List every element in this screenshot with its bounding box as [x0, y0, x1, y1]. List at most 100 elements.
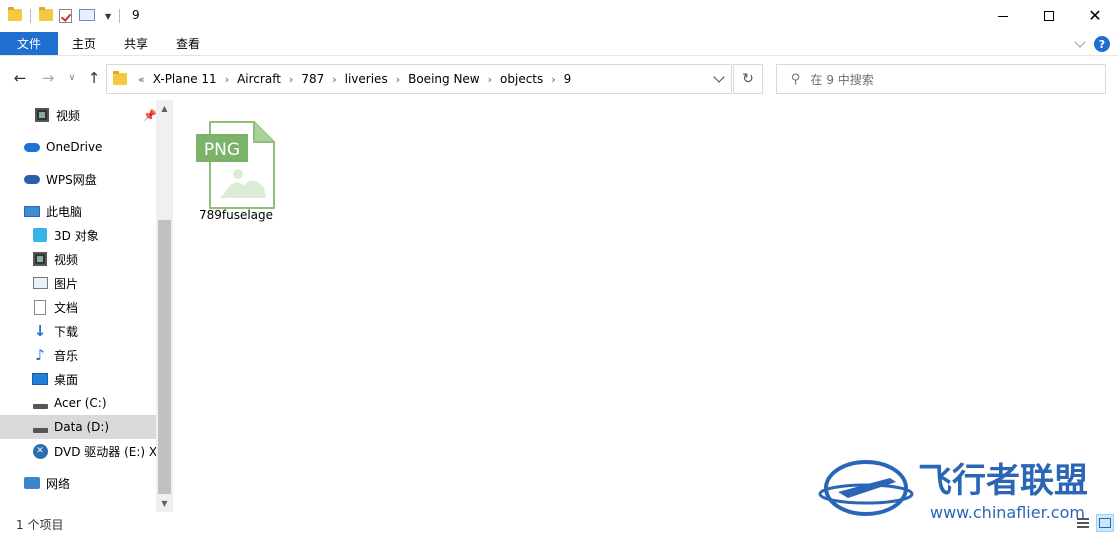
breadcrumb: « X-Plane 11 › Aircraft › 787 › liveries…	[135, 72, 576, 86]
video-icon	[34, 107, 50, 123]
properties-check-icon[interactable]	[59, 9, 73, 23]
dvd-icon: ✕	[32, 443, 48, 459]
quick-access-toolbar: ▼	[8, 6, 128, 26]
search-icon: ⚲	[791, 71, 801, 87]
close-button[interactable]: ✕	[1072, 0, 1118, 32]
folder-icon	[113, 71, 127, 85]
tab-file[interactable]: 文件	[0, 32, 58, 55]
breadcrumb-item[interactable]: Boeing New	[403, 72, 485, 86]
status-item-count: 1 个项目	[16, 518, 64, 532]
new-folder-icon[interactable]	[39, 7, 53, 23]
file-item[interactable]: PNG 789fuselage	[188, 108, 284, 230]
sidebar-item-this-pc[interactable]: 此电脑	[0, 199, 156, 223]
navigation-bar: ← → ∨ ↑ « X-Plane 11 › Aircraft › 787 › …	[0, 56, 1118, 100]
png-file-icon: PNG	[196, 121, 275, 209]
search-input[interactable]: ⚲ 在 9 中搜索	[776, 64, 1106, 94]
sidebar-item-label: 此电脑	[46, 204, 83, 219]
chevron-right-icon[interactable]: ›	[286, 73, 296, 86]
back-button[interactable]: ←	[10, 68, 30, 88]
toolbar-separator	[30, 9, 31, 23]
breadcrumb-item[interactable]: 787	[296, 72, 329, 86]
sidebar-item-3d-objects[interactable]: 3D 对象	[0, 223, 156, 247]
sidebar-item-onedrive[interactable]: OneDrive	[0, 135, 156, 159]
scrollbar-thumb[interactable]	[158, 220, 171, 494]
sidebar-item-videos[interactable]: 视频	[0, 247, 156, 271]
tab-home[interactable]: 主页	[62, 32, 106, 55]
file-type-badge: PNG	[204, 140, 240, 160]
chinaflier-watermark-logo: 飞行者联盟 www.chinaflier.com	[818, 460, 1088, 522]
this-pc-icon	[24, 203, 40, 219]
music-icon: ♪	[35, 346, 45, 364]
sidebar-item-label: 视频	[56, 108, 81, 123]
file-name: 789fuselage	[198, 208, 274, 222]
chevron-right-icon[interactable]: ›	[329, 73, 339, 86]
drive-icon	[32, 419, 48, 435]
tab-view[interactable]: 查看	[166, 32, 210, 55]
sidebar-item-desktop[interactable]: 桌面	[0, 367, 156, 391]
wps-cloud-icon	[24, 171, 40, 187]
chevron-right-icon[interactable]: ›	[393, 73, 403, 86]
chevron-right-icon[interactable]: ›	[222, 73, 232, 86]
sidebar-item-label: DVD 驱动器 (E:) XI	[54, 444, 156, 459]
search-placeholder: 在 9 中搜索	[810, 72, 874, 87]
breadcrumb-item[interactable]: liveries	[340, 72, 393, 86]
title-bar: ▼ 9 ✕	[0, 0, 1118, 32]
sidebar-item-label: 图片	[54, 276, 79, 291]
sidebar-item-label: 3D 对象	[54, 228, 99, 243]
sidebar-item-videos-pinned[interactable]: 视频 📌	[0, 103, 156, 127]
sidebar-item-downloads[interactable]: ↓ 下载	[0, 319, 156, 343]
tab-share[interactable]: 共享	[114, 32, 158, 55]
navigation-pane: 视频 📌 OneDrive WPS网盘 此电脑 3D 对象 视频 图片 文档 ↓…	[0, 100, 173, 512]
watermark-url: www.chinaflier.com	[930, 503, 1085, 522]
drive-icon	[32, 395, 48, 411]
sidebar-item-label: Acer (C:)	[54, 396, 107, 410]
desktop-icon	[32, 371, 48, 387]
rename-icon[interactable]	[79, 9, 97, 23]
sidebar-item-label: 音乐	[54, 348, 79, 363]
sidebar-item-label: OneDrive	[46, 140, 103, 154]
pin-icon: 📌	[143, 108, 156, 122]
expand-ribbon-icon[interactable]	[1074, 36, 1086, 48]
chevron-right-icon[interactable]: ›	[548, 73, 558, 86]
sidebar-item-music[interactable]: ♪ 音乐	[0, 343, 156, 367]
breadcrumb-item[interactable]: Aircraft	[232, 72, 286, 86]
sidebar-item-label: 下载	[54, 324, 79, 339]
breadcrumb-overflow[interactable]: «	[135, 73, 148, 86]
network-icon	[24, 475, 40, 491]
folder-icon	[8, 7, 22, 23]
sidebar-item-pictures[interactable]: 图片	[0, 271, 156, 295]
forward-button[interactable]: →	[38, 68, 58, 88]
sidebar-item-drive-d[interactable]: Data (D:)	[0, 415, 156, 439]
scroll-up-arrow-icon[interactable]: ▲	[156, 100, 173, 117]
breadcrumb-item[interactable]: objects	[495, 72, 548, 86]
sidebar-item-label: WPS网盘	[46, 172, 97, 187]
recent-locations-dropdown[interactable]: ∨	[62, 68, 82, 88]
toolbar-separator	[119, 9, 121, 23]
refresh-button[interactable]: ↻	[733, 64, 763, 94]
sidebar-item-label: 网络	[46, 476, 71, 491]
downloads-icon: ↓	[33, 322, 47, 340]
scroll-down-arrow-icon[interactable]: ▼	[156, 495, 173, 512]
pictures-icon	[32, 275, 48, 291]
help-icon[interactable]: ?	[1094, 36, 1110, 52]
up-button[interactable]: ↑	[84, 68, 104, 88]
sidebar-item-label: 桌面	[54, 372, 79, 387]
maximize-button[interactable]	[1026, 0, 1072, 32]
sidebar-scrollbar[interactable]: ▲ ▼	[156, 100, 173, 512]
minimize-button[interactable]	[980, 0, 1026, 32]
sidebar-item-wps-cloud[interactable]: WPS网盘	[0, 167, 156, 191]
sidebar-item-network[interactable]: 网络	[0, 471, 156, 495]
onedrive-icon	[24, 139, 40, 155]
watermark-title: 飞行者联盟	[918, 461, 1088, 501]
address-bar[interactable]: « X-Plane 11 › Aircraft › 787 › liveries…	[106, 64, 732, 94]
customize-toolbar-dropdown[interactable]: ▼	[105, 12, 111, 21]
breadcrumb-item[interactable]: X-Plane 11	[148, 72, 222, 86]
sidebar-item-documents[interactable]: 文档	[0, 295, 156, 319]
ribbon-tabs: 文件 主页 共享 查看 ?	[0, 32, 1118, 56]
sidebar-item-dvd-drive[interactable]: ✕ DVD 驱动器 (E:) XI	[0, 439, 156, 463]
address-history-dropdown[interactable]	[713, 71, 725, 83]
chevron-right-icon[interactable]: ›	[485, 73, 495, 86]
video-icon	[32, 251, 48, 267]
breadcrumb-item[interactable]: 9	[559, 72, 577, 86]
sidebar-item-drive-c[interactable]: Acer (C:)	[0, 391, 156, 415]
